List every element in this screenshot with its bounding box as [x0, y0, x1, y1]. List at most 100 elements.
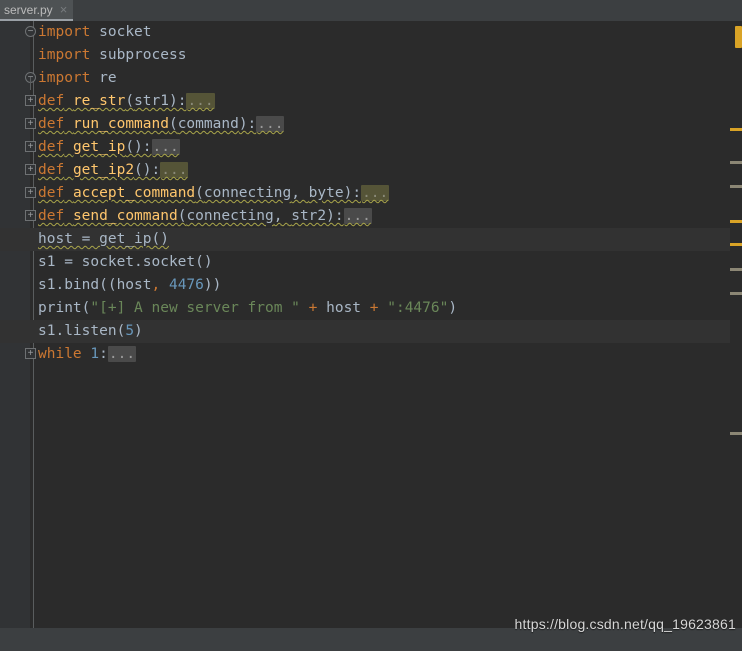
fold-collapse-icon[interactable]: −: [25, 26, 36, 37]
code-token: get_ip2: [72, 162, 135, 178]
code-line[interactable]: + def get_ip():...: [0, 136, 742, 159]
code-token: 4476: [168, 277, 204, 293]
code-token: ,: [151, 277, 161, 293]
code-line[interactable]: s1.bind((host, 4476)): [0, 274, 742, 297]
code-line[interactable]: + def send_command(connecting, str2):...: [0, 205, 742, 228]
code-token: s1 = socket.socket(): [38, 254, 213, 270]
fold-expand-icon[interactable]: +: [25, 348, 36, 359]
code-token: run_command: [72, 116, 169, 132]
code-line[interactable]: + def re_str(str1):...: [0, 90, 742, 113]
inspection-marker[interactable]: [730, 268, 742, 271]
folded-code-placeholder[interactable]: ...: [160, 162, 189, 178]
code-token: str2: [291, 208, 327, 224]
code-line-text: host = get_ip(): [38, 231, 169, 247]
code-line[interactable]: + def get_ip2():...: [0, 159, 742, 182]
code-line-text: def accept_command(connecting, byte):...: [38, 185, 390, 201]
editor-marker-scrollbar[interactable]: [730, 21, 742, 628]
source-code[interactable]: −import socketimport subprocess−import r…: [0, 21, 742, 366]
inspection-marker[interactable]: [730, 161, 742, 164]
code-token: re: [99, 70, 117, 86]
code-token: ():: [134, 162, 161, 178]
code-line[interactable]: s1.listen(5): [0, 320, 742, 343]
code-line-text: def re_str(str1):...: [38, 93, 215, 109]
fold-expand-icon[interactable]: +: [25, 210, 36, 221]
code-line-text: s1.bind((host, 4476)): [38, 277, 221, 293]
code-token: command: [177, 116, 239, 132]
code-line[interactable]: host = get_ip(): [0, 228, 742, 251]
code-line[interactable]: −import re: [0, 67, 742, 90]
code-line-text: s1 = socket.socket(): [38, 254, 213, 270]
inspection-marker[interactable]: [730, 220, 742, 223]
folded-code-placeholder[interactable]: ...: [343, 208, 372, 224]
code-line[interactable]: + def accept_command(connecting, byte):..…: [0, 182, 742, 205]
fold-expand-icon[interactable]: +: [25, 118, 36, 129]
code-line-text: import subprocess: [38, 47, 186, 63]
folded-code-placeholder[interactable]: ...: [256, 116, 285, 132]
code-line[interactable]: − import socket: [0, 21, 742, 44]
code-token: connecting: [186, 208, 274, 224]
code-token: ): [134, 323, 143, 339]
code-line[interactable]: + def run_command(command):...: [0, 113, 742, 136]
code-token: "[+] A new server from ": [90, 300, 300, 316]
code-token: ():: [125, 139, 152, 155]
code-line[interactable]: import subprocess: [0, 44, 742, 67]
editor-tab-label: server.py: [4, 2, 53, 17]
code-line-text: import socket: [38, 24, 152, 40]
code-token: (: [168, 116, 178, 132]
folded-code-placeholder[interactable]: ...: [151, 139, 180, 155]
code-line[interactable]: s1 = socket.socket(): [0, 251, 742, 274]
code-line-text: def run_command(command):...: [38, 116, 285, 132]
folded-code-placeholder[interactable]: ...: [361, 185, 390, 201]
code-token: def: [38, 162, 65, 178]
fold-region-end-marker: [30, 77, 31, 90]
code-token: import: [38, 70, 91, 86]
code-token: host = get_ip(): [38, 231, 169, 247]
code-token: 5: [125, 323, 135, 339]
folded-code-placeholder[interactable]: ...: [107, 346, 137, 362]
inspection-marker[interactable]: [730, 292, 742, 295]
code-line[interactable]: print("[+] A new server from " + host + …: [0, 297, 742, 320]
code-token: str1: [134, 93, 169, 109]
scrollbar-thumb[interactable]: [735, 26, 742, 48]
code-line[interactable]: + while 1:...: [0, 343, 742, 366]
fold-expand-icon[interactable]: +: [25, 187, 36, 198]
editor-tab-server-py[interactable]: server.py ×: [0, 0, 74, 21]
inspection-marker[interactable]: [730, 185, 742, 188]
code-editor-area[interactable]: −import socketimport subprocess−import r…: [0, 21, 742, 628]
inspection-marker[interactable]: [730, 243, 742, 246]
code-token: def: [38, 93, 65, 109]
code-token: +: [369, 300, 379, 316]
code-token: byte: [308, 185, 344, 201]
fold-expand-icon[interactable]: +: [25, 141, 36, 152]
folded-code-placeholder[interactable]: ...: [186, 93, 215, 109]
fold-expand-icon[interactable]: +: [25, 95, 36, 106]
fold-expand-icon[interactable]: +: [25, 164, 36, 175]
code-line-text: def get_ip2():...: [38, 162, 189, 178]
code-token: connecting: [203, 185, 292, 201]
code-line-text: import re: [38, 70, 117, 86]
code-token: def: [38, 139, 65, 155]
editor-tab-bar: server.py ×: [0, 0, 742, 21]
code-line-text: s1.listen(5): [38, 323, 143, 339]
inspection-marker[interactable]: [730, 432, 742, 435]
inspection-marker[interactable]: [730, 128, 742, 131]
code-token: import: [38, 47, 91, 63]
code-token: s1.listen(: [38, 323, 126, 339]
close-icon[interactable]: ×: [60, 3, 68, 16]
code-token: subprocess: [99, 47, 187, 63]
code-token: ":4476": [387, 300, 449, 316]
code-line-text: def get_ip():...: [38, 139, 180, 155]
code-token: s1.bind((host: [38, 277, 152, 293]
code-token: re_str: [72, 93, 126, 109]
